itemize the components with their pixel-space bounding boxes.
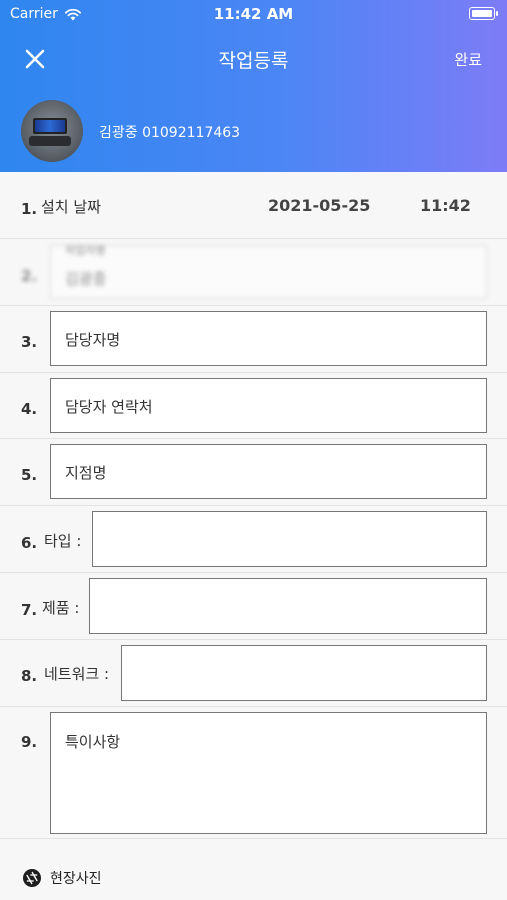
manager-contact-row: 4. 담당자 연락처 xyxy=(0,373,507,439)
worker-name-field[interactable]: 작업자명 김광중 xyxy=(50,244,487,299)
product-label: 제품 : xyxy=(42,599,80,617)
install-date-label: 설치 날짜 xyxy=(41,198,101,216)
row-number: 7. xyxy=(21,601,38,619)
camera-aperture-icon xyxy=(23,869,41,887)
user-info: 김광중 01092117463 xyxy=(99,125,241,141)
type-row: 6. 타입 : xyxy=(0,506,507,573)
branch-name-field[interactable]: 지점명 xyxy=(50,444,487,499)
type-field[interactable] xyxy=(92,511,487,567)
install-date-row: 1. 설치 날짜 2021-05-25 11:42 xyxy=(0,172,507,239)
avatar[interactable] xyxy=(21,100,83,162)
remarks-field[interactable]: 특이사항 xyxy=(50,712,487,834)
product-row: 7. 제품 : xyxy=(0,573,507,640)
row-number: 4. xyxy=(21,400,38,418)
manager-name-row: 3. 담당자명 xyxy=(0,306,507,373)
branch-name-placeholder: 지점명 xyxy=(65,464,107,482)
battery-icon xyxy=(469,7,498,20)
page-title: 작업등록 xyxy=(218,50,289,72)
status-bar: Carrier 11:42 AM xyxy=(0,0,507,28)
install-date-value[interactable]: 2021-05-25 xyxy=(268,196,370,215)
row-number: 5. xyxy=(21,466,38,484)
remarks-placeholder: 특이사항 xyxy=(65,733,121,751)
branch-name-row: 5. 지점명 xyxy=(0,439,507,506)
network-field[interactable] xyxy=(121,645,487,701)
row-number: 1. xyxy=(21,200,38,218)
row-number: 3. xyxy=(21,333,38,351)
type-label: 타입 : xyxy=(44,532,82,550)
remarks-row: 9. 특이사항 xyxy=(0,707,507,839)
network-row: 8. 네트워크 : xyxy=(0,640,507,707)
site-photo-button[interactable]: 현장사진 xyxy=(22,868,102,888)
done-button[interactable]: 완료 xyxy=(454,49,482,70)
row-number: 9. xyxy=(21,733,38,751)
manager-name-field[interactable]: 담당자명 xyxy=(50,311,487,366)
status-time: 11:42 AM xyxy=(213,5,294,23)
header: Carrier 11:42 AM 작업등록 완료 김광중 01092117463 xyxy=(0,0,507,172)
worker-name-label: 작업자명 xyxy=(65,244,106,257)
product-field[interactable] xyxy=(89,578,487,634)
row-number: 6. xyxy=(21,534,38,552)
network-label: 네트워크 : xyxy=(44,665,110,683)
row-number: 2. xyxy=(21,267,38,285)
manager-name-placeholder: 담당자명 xyxy=(65,331,121,349)
worker-name-value: 김광중 xyxy=(65,270,107,288)
site-photo-label: 현장사진 xyxy=(50,871,102,887)
install-time-value[interactable]: 11:42 xyxy=(420,196,471,215)
manager-contact-placeholder: 담당자 연락처 xyxy=(65,398,153,416)
worker-name-row: 2. 작업자명 김광중 xyxy=(0,239,507,306)
manager-contact-field[interactable]: 담당자 연락처 xyxy=(50,378,487,433)
row-number: 8. xyxy=(21,667,38,685)
